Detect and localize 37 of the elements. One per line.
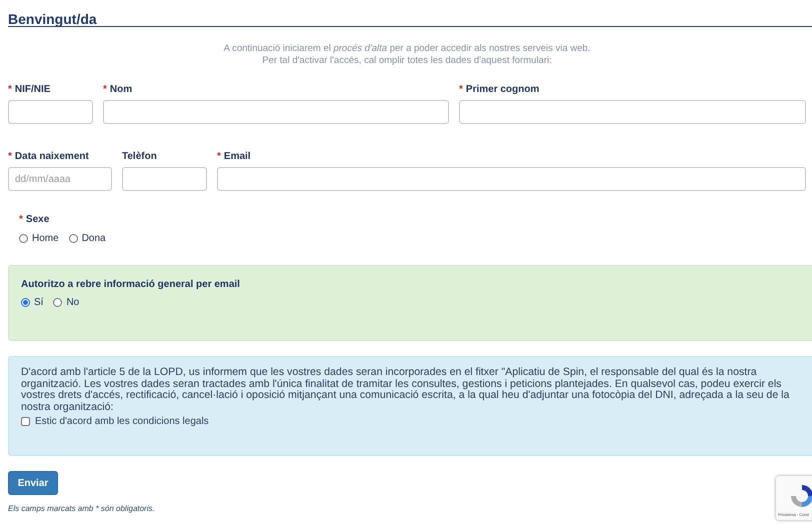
field-label: NIF/NIE xyxy=(14,84,50,96)
input-field[interactable] xyxy=(8,100,93,124)
recaptcha-icon xyxy=(788,482,812,510)
required-mark: * xyxy=(8,151,12,162)
radio-button[interactable] xyxy=(53,298,62,307)
radio-button[interactable] xyxy=(19,234,28,243)
radio-label: Home xyxy=(32,233,59,244)
intro-text: Per tal d'activar l'accés, cal omplir totes les dades d'aquest formulari: xyxy=(261,55,553,67)
intro-text: A continuació iniciarem el procés d'alta per a poder accedir als nostres serveis via web. xyxy=(222,43,592,55)
footnote: Els camps marcats amb * són obligatoris. xyxy=(8,504,156,513)
required-mark: * xyxy=(103,84,107,95)
input-field[interactable] xyxy=(217,167,806,191)
radio-label: Dona xyxy=(82,233,106,244)
radio-label: Sí xyxy=(34,297,44,308)
checkbox-label: Estic d'acord amb les condicions legals xyxy=(35,416,209,428)
field-label: Nom xyxy=(110,84,132,96)
input-field[interactable]: dd/mm/aaaa xyxy=(8,167,112,191)
radio-label: No xyxy=(66,297,80,308)
page-title: Benvingut/da xyxy=(8,10,98,26)
required-mark: * xyxy=(459,84,463,95)
field-label: Primer cognom xyxy=(466,84,540,96)
radio-button[interactable] xyxy=(68,234,78,243)
submit-button[interactable]: Enviar xyxy=(8,471,58,495)
input-field[interactable] xyxy=(103,100,449,124)
field-label: Email xyxy=(224,151,251,163)
checkbox[interactable] xyxy=(21,417,30,426)
field-label: Telèfon xyxy=(122,151,157,163)
field-label: Sexe xyxy=(26,214,50,226)
legal-text: D'acord amb l'article 5 de la LOPD, us informem que les vostres dades seran incorporades en el fitxer "Aplicatiu de Spin, el responsable del qual és la nostra organització. Les vostres dades seran tractades amb l'única finalitat de tramitar les consultes, gestions i peticions plantejades. En qualsevol cas, podeu exercir els vostres drets d'accés, rectificació, cancel·lació i oposició mitjançant una comunicació escrita, a la qual heu d'adjuntar una fotocòpia del DNI, adreçada a la seu de la nostra organització: xyxy=(21,367,790,414)
field-label: Data naixement xyxy=(14,151,89,163)
required-mark: * xyxy=(19,214,23,225)
input-field[interactable] xyxy=(459,100,806,124)
consent-question: Autoritzo a rebre informació general per email xyxy=(21,279,241,290)
radio-button[interactable] xyxy=(21,298,30,307)
required-mark: * xyxy=(8,84,12,95)
required-mark: * xyxy=(217,151,221,162)
input-field[interactable] xyxy=(122,167,207,191)
